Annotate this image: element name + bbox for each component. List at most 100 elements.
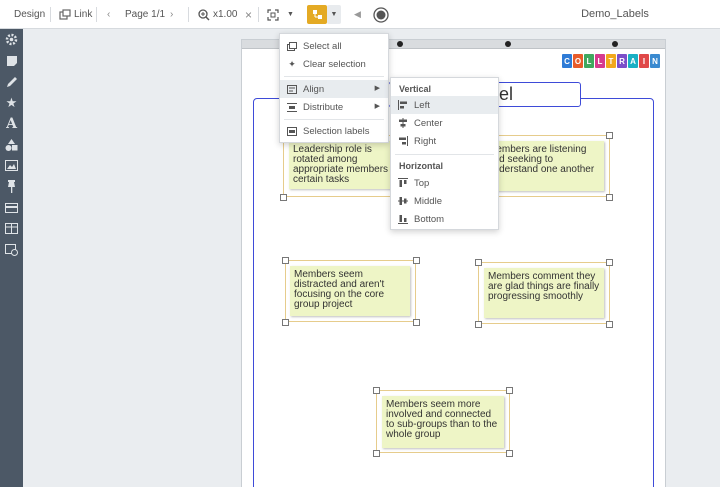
resize-handle[interactable] — [413, 319, 420, 326]
document-title: Demo_Labels — [581, 8, 649, 20]
rivet-icon — [505, 41, 511, 47]
design-label: Design — [14, 9, 46, 20]
design-tab[interactable]: Design — [14, 0, 45, 29]
card-icon[interactable] — [4, 200, 19, 215]
logo-letter: I — [639, 54, 649, 68]
gear-icon[interactable] — [4, 32, 19, 47]
fit-button[interactable] — [267, 0, 279, 29]
resize-handle[interactable] — [606, 194, 613, 201]
menu-item-align[interactable]: Align ▶ — [280, 80, 388, 98]
zoom-in-icon — [198, 8, 210, 21]
submenu-label: Center — [414, 117, 443, 129]
align-dropdown-button[interactable]: ▼ — [327, 5, 341, 24]
menu-item-distribute[interactable]: Distribute ▶ — [280, 98, 388, 116]
distribute-icon — [287, 102, 297, 112]
toolbar-divider — [188, 7, 189, 22]
resize-handle[interactable] — [280, 194, 287, 201]
toolbar-divider — [96, 7, 97, 22]
toolbar-divider — [50, 7, 51, 22]
submenu-item-top[interactable]: Top — [391, 174, 498, 192]
reset-zoom-button[interactable]: × — [245, 0, 252, 29]
sidebar: ★ A — [0, 29, 23, 487]
widget-icon[interactable] — [4, 242, 19, 257]
logo-letter: C — [562, 54, 572, 68]
triangle-left-icon: ◀ — [354, 9, 361, 19]
submenu-item-bottom[interactable]: Bottom — [391, 210, 498, 228]
fit-dropdown-button[interactable]: ▼ — [287, 0, 294, 29]
zoom-button[interactable]: x1.00 — [198, 0, 237, 29]
logo-letter: O — [573, 54, 583, 68]
caret-down-icon: ▼ — [287, 11, 294, 18]
resize-handle[interactable] — [282, 319, 289, 326]
resize-handle[interactable] — [373, 450, 380, 457]
resize-handle[interactable] — [606, 259, 613, 266]
prev-page-button[interactable]: ‹ — [107, 0, 110, 29]
rivet-icon — [397, 41, 403, 47]
chevron-right-icon: › — [170, 9, 174, 20]
submenu-label: Middle — [414, 195, 442, 207]
record-icon — [373, 6, 389, 23]
note-icon[interactable] — [4, 53, 19, 68]
submenu-label: Right — [414, 135, 437, 147]
align-menu: Select all ✦ Clear selection Align ▶ Dis… — [279, 33, 389, 143]
resize-handle[interactable] — [506, 450, 513, 457]
play-back-button[interactable]: ◀ — [354, 0, 361, 29]
resize-handle[interactable] — [606, 321, 613, 328]
logo-letter: A — [628, 54, 638, 68]
logo-letter: L — [595, 54, 605, 68]
menu-item-selection-labels[interactable]: Selection labels — [280, 122, 388, 140]
align-tool-button[interactable] — [307, 5, 327, 24]
resize-handle[interactable] — [413, 257, 420, 264]
menu-item-clear-selection[interactable]: ✦ Clear selection — [280, 55, 388, 73]
resize-handle[interactable] — [606, 132, 613, 139]
menu-item-select-all[interactable]: Select all — [280, 37, 388, 55]
menu-label: Clear selection — [303, 58, 366, 70]
resize-handle[interactable] — [282, 257, 289, 264]
select-all-icon — [287, 41, 297, 51]
align-middle-icon — [398, 196, 408, 206]
link-button[interactable]: Link — [59, 0, 92, 29]
sticky-note[interactable]: Members seem distracted and aren't focus… — [290, 266, 410, 316]
logo-letter: L — [584, 54, 594, 68]
resize-handle[interactable] — [373, 387, 380, 394]
submenu-item-center[interactable]: Center — [391, 114, 498, 132]
caret-down-icon: ▼ — [330, 11, 338, 18]
sticky-note[interactable]: Members seem more involved and connected… — [382, 396, 504, 448]
align-top-icon — [398, 178, 408, 188]
image-icon[interactable] — [4, 158, 19, 173]
rivet-icon — [612, 41, 618, 47]
sparkle-icon: ✦ — [288, 58, 296, 69]
resize-handle[interactable] — [475, 259, 482, 266]
logo-letter: N — [650, 54, 660, 68]
sticky-note[interactable]: Members comment they are glad things are… — [484, 268, 604, 318]
align-left-icon — [398, 100, 408, 110]
next-page-button[interactable]: › — [170, 0, 173, 29]
submenu-item-left[interactable]: Left — [391, 96, 498, 114]
resize-handle[interactable] — [475, 321, 482, 328]
horizontal-heading: Horizontal — [399, 161, 443, 171]
submenu-item-right[interactable]: Right — [391, 132, 498, 150]
menu-label: Select all — [303, 40, 342, 52]
resize-handle[interactable] — [506, 387, 513, 394]
menu-label: Selection labels — [303, 125, 370, 137]
record-button[interactable] — [373, 0, 389, 29]
submenu-item-middle[interactable]: Middle — [391, 192, 498, 210]
label-icon — [287, 126, 297, 136]
submenu-label: Top — [414, 177, 430, 189]
star-icon[interactable]: ★ — [4, 95, 19, 110]
menu-divider — [395, 154, 494, 155]
pin-icon[interactable] — [4, 179, 19, 194]
toolbar: Design Link ‹ Page 1/1 › x1.00 × ▼ ▼ ◀ D… — [0, 0, 720, 29]
menu-label: Distribute — [303, 101, 344, 113]
colltrain-logo: COLLTRAIN — [562, 54, 660, 68]
menu-divider — [284, 119, 384, 120]
sticky-note[interactable]: Members are listening and seeking to und… — [484, 141, 604, 191]
logo-letter: R — [617, 54, 627, 68]
shapes-icon[interactable] — [4, 137, 19, 152]
table-icon[interactable] — [4, 221, 19, 236]
align-icon — [312, 10, 322, 19]
text-icon[interactable]: A — [4, 116, 19, 132]
page-indicator: Page 1/1 — [125, 0, 165, 29]
close-icon: × — [245, 7, 253, 22]
pen-icon[interactable] — [4, 74, 19, 89]
